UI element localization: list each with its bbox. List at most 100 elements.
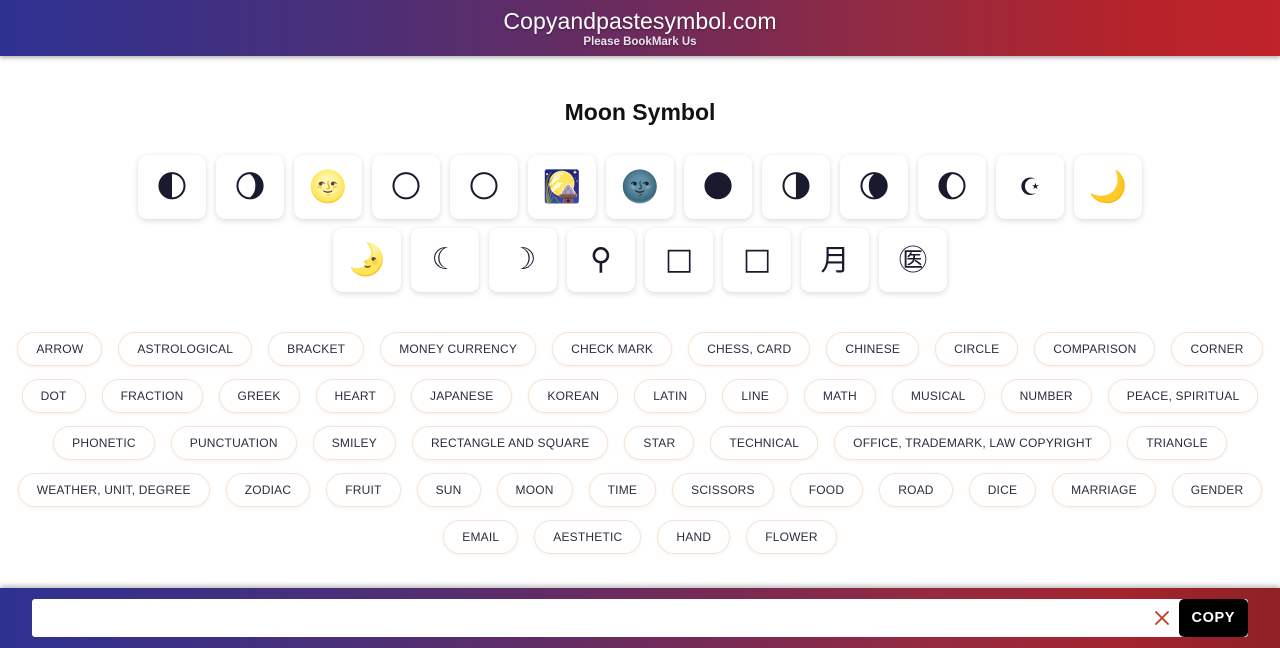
category-chip-korean[interactable]: KOREAN: [528, 379, 619, 413]
category-chip-zodiac[interactable]: ZODIAC: [225, 473, 311, 507]
category-chip-latin[interactable]: LATIN: [634, 379, 707, 413]
first-quarter-moon-glyph: 🌓: [155, 168, 189, 205]
page-title: Moon Symbol: [564, 99, 716, 125]
waning-gibbous-moon-glyph: 🌖: [233, 168, 267, 205]
cjk-moon-character-glyph: 月: [820, 242, 850, 277]
category-chip-arrow[interactable]: ARROW: [17, 332, 103, 366]
symbol-tile-waning-gibbous-moon[interactable]: 🌖: [216, 155, 284, 219]
category-chip-money-currency[interactable]: MONEY CURRENCY: [380, 332, 537, 366]
new-moon-face-glyph: 🌚: [620, 168, 660, 205]
category-chip-japanese[interactable]: JAPANESE: [411, 379, 513, 413]
crescent-cross-sign-glyph: ⚲: [590, 242, 612, 277]
category-chip-gender[interactable]: GENDER: [1171, 473, 1263, 507]
symbol-tile-new-moon[interactable]: 🌑: [684, 155, 752, 219]
symbol-grid-row-1: 🌓 🌖 🌝 🌕 🌕 🎑 🌚 🌑 🌗 🌘 🌔 ☪ 🌙: [0, 155, 1280, 219]
category-chip-road[interactable]: ROAD: [879, 473, 953, 507]
symbol-tile-crescent-moon[interactable]: 🌙: [1074, 155, 1142, 219]
category-chip-line[interactable]: LINE: [722, 379, 788, 413]
category-chip-fruit[interactable]: FRUIT: [326, 473, 401, 507]
symbol-tile-last-quarter-moon-sign[interactable]: ☾: [411, 228, 479, 292]
copy-button[interactable]: COPY: [1178, 599, 1248, 637]
category-chip-moon[interactable]: MOON: [496, 473, 573, 507]
symbol-tile-waxing-gibbous-moon[interactable]: 🌔: [918, 155, 986, 219]
category-chip-triangle[interactable]: TRIANGLE: [1127, 426, 1227, 460]
category-chip-greek[interactable]: GREEK: [218, 379, 300, 413]
symbol-tile-first-quarter-moon-face[interactable]: 🌛: [333, 228, 401, 292]
page-root: Copyandpastesymbol.com Please BookMark U…: [0, 0, 1280, 648]
symbol-tile-last-quarter-moon[interactable]: 🌗: [762, 155, 830, 219]
last-quarter-moon-sign-glyph: ☾: [431, 242, 459, 277]
symbol-grid-row-2: 🌛 ☾ ☽ ⚲ □ □ 月 ㊩: [0, 228, 1280, 292]
symbol-tile-first-quarter-moon-sign[interactable]: ☽: [489, 228, 557, 292]
moon-viewing-ceremony-glyph: 🎑: [542, 168, 582, 205]
category-chip-comparison[interactable]: COMPARISON: [1034, 332, 1156, 366]
full-moon-alt-glyph: 🌕: [467, 168, 501, 205]
category-chip-aesthetic[interactable]: AESTHETIC: [534, 520, 642, 554]
category-chip-sun[interactable]: SUN: [416, 473, 481, 507]
category-chip-musical[interactable]: MUSICAL: [891, 379, 985, 413]
full-moon-face-glyph: 🌝: [308, 168, 348, 205]
category-chip-punctuation[interactable]: PUNCTUATION: [170, 426, 297, 460]
category-chip-circle[interactable]: CIRCLE: [935, 332, 1019, 366]
category-chip-email[interactable]: EMAIL: [443, 520, 519, 554]
category-row-4: WEATHER, UNIT, DEGREE ZODIAC FRUIT SUN MOON T…: [17, 473, 1263, 507]
category-chip-technical[interactable]: TECHNICAL: [710, 426, 819, 460]
category-chip-check-mark[interactable]: CHECK MARK: [552, 332, 673, 366]
category-chip-smiley[interactable]: SMILEY: [312, 426, 396, 460]
category-chip-peace-spiritual[interactable]: PEACE, SPIRITUAL: [1107, 379, 1259, 413]
circled-cjk-moon-glyph: ㊩: [898, 242, 928, 277]
category-chip-food[interactable]: FOOD: [789, 473, 864, 507]
first-quarter-moon-sign-glyph: ☽: [509, 242, 537, 277]
symbol-tile-cjk-moon-character[interactable]: 月: [801, 228, 869, 292]
category-chip-math[interactable]: MATH: [803, 379, 876, 413]
symbol-tile-full-moon[interactable]: 🌕: [372, 155, 440, 219]
symbol-tile-new-moon-face[interactable]: 🌚: [606, 155, 674, 219]
symbol-tile-full-moon-face[interactable]: 🌝: [294, 155, 362, 219]
category-chip-office-trademark-law-copyright[interactable]: OFFICE, TRADEMARK, LAW COPYRIGHT: [834, 426, 1112, 460]
category-chip-dice[interactable]: DICE: [968, 473, 1037, 507]
symbol-tile-moon-viewing-ceremony[interactable]: 🎑: [528, 155, 596, 219]
symbol-tile-missing-glyph-box-2[interactable]: □: [723, 228, 791, 292]
category-chip-scissors[interactable]: SCISSORS: [672, 473, 774, 507]
symbol-tile-waning-crescent-moon[interactable]: 🌘: [840, 155, 908, 219]
category-chip-dot[interactable]: DOT: [21, 379, 86, 413]
category-row-5: EMAIL AESTHETIC HAND FLOWER: [34, 520, 1246, 554]
copy-input[interactable]: [32, 599, 1145, 637]
category-chip-weather-unit-degree[interactable]: WEATHER, UNIT, DEGREE: [17, 473, 210, 507]
new-moon-glyph: 🌑: [701, 168, 735, 205]
category-chip-chess-card[interactable]: CHESS, CARD: [688, 332, 811, 366]
category-chip-number[interactable]: NUMBER: [1000, 379, 1092, 413]
symbol-tile-first-quarter-moon[interactable]: 🌓: [138, 155, 206, 219]
category-chip-astrological[interactable]: ASTROLOGICAL: [118, 332, 253, 366]
category-chip-hand[interactable]: HAND: [657, 520, 731, 554]
category-chip-phonetic[interactable]: PHONETIC: [53, 426, 155, 460]
waning-crescent-moon-glyph: 🌘: [857, 168, 891, 205]
last-quarter-moon-glyph: 🌗: [779, 168, 813, 205]
symbol-tile-star-and-crescent[interactable]: ☪: [996, 155, 1064, 219]
first-quarter-moon-face-glyph: 🌛: [347, 241, 387, 278]
crescent-moon-glyph: 🌙: [1088, 168, 1128, 205]
category-chip-bracket[interactable]: BRACKET: [268, 332, 365, 366]
symbol-tile-full-moon-alt[interactable]: 🌕: [450, 155, 518, 219]
category-chip-star[interactable]: STAR: [624, 426, 695, 460]
category-chip-marriage[interactable]: MARRIAGE: [1052, 473, 1156, 507]
category-chip-area: ARROW ASTROLOGICAL BRACKET MONEY CURRENCY CH…: [0, 332, 1280, 554]
symbol-tile-crescent-cross-sign[interactable]: ⚲: [567, 228, 635, 292]
site-title: Copyandpastesymbol.com: [503, 7, 777, 34]
category-chip-fraction[interactable]: FRACTION: [101, 379, 203, 413]
category-chip-heart[interactable]: HEART: [315, 379, 395, 413]
waxing-gibbous-moon-glyph: 🌔: [935, 168, 969, 205]
category-chip-chinese[interactable]: CHINESE: [826, 332, 920, 366]
symbol-tile-circled-cjk-moon[interactable]: ㊩: [879, 228, 947, 292]
category-chip-corner[interactable]: CORNER: [1171, 332, 1263, 366]
category-chip-rectangle-and-square[interactable]: RECTANGLE AND SQUARE: [411, 426, 609, 460]
close-x-icon[interactable]: [1145, 599, 1179, 637]
symbol-tile-missing-glyph-box-1[interactable]: □: [645, 228, 713, 292]
category-chip-flower[interactable]: FLOWER: [746, 520, 837, 554]
full-moon-glyph: 🌕: [389, 168, 423, 205]
category-chip-time[interactable]: TIME: [588, 473, 657, 507]
category-row-2: DOT FRACTION GREEK HEART JAPANESE KOREAN LATIN…: [21, 379, 1259, 413]
bottom-copy-bar: COPY: [0, 588, 1280, 648]
copy-field-wrapper: COPY: [32, 599, 1248, 637]
category-row-1: ARROW ASTROLOGICAL BRACKET MONEY CURRENCY CH…: [17, 332, 1263, 366]
